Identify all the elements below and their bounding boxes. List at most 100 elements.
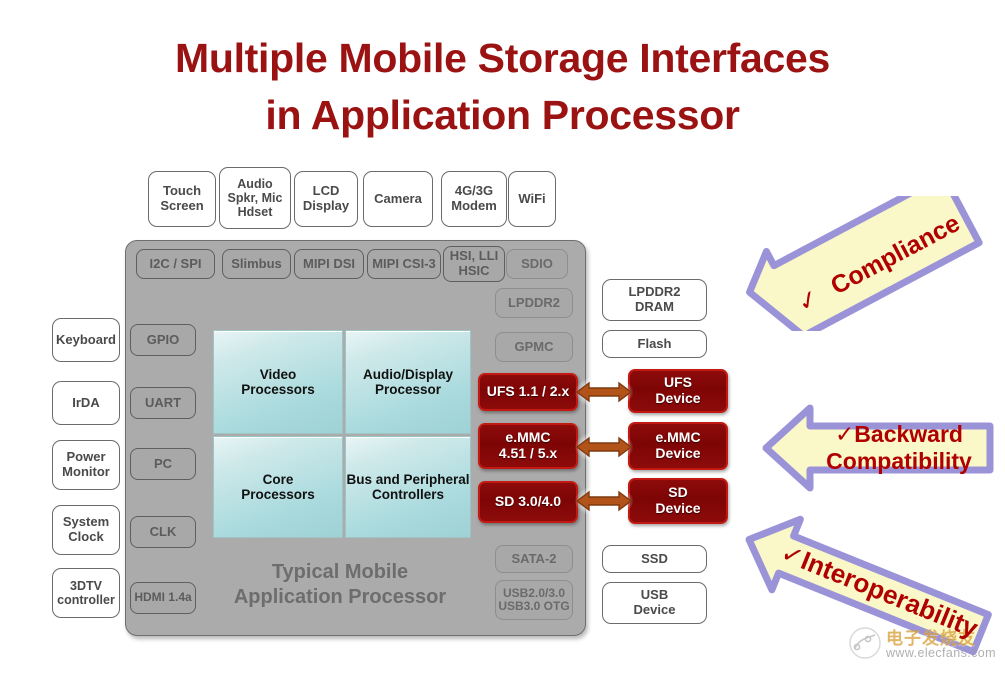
interface-slimbus[interactable]: Slimbus <box>222 249 291 279</box>
storage-interface-emmc[interactable]: e.MMC 4.51 / 5.x <box>478 423 578 469</box>
interface-sata-2[interactable]: SATA-2 <box>495 545 573 573</box>
block-label: Bus and Peripheral Controllers <box>346 471 470 502</box>
device-ssd[interactable]: SSD <box>602 545 707 573</box>
peripheral-label: Camera <box>374 190 422 206</box>
double-arrow-icon <box>576 435 632 459</box>
storage-interface-ufs[interactable]: UFS 1.1 / 2.x <box>478 373 578 411</box>
callout-text: ✓Backward Compatibility <box>826 421 972 475</box>
elecfans-logo-icon <box>848 626 882 665</box>
peripheral-lcd-display[interactable]: LCD Display <box>294 171 358 227</box>
peripheral-label: 3DTV controller <box>57 579 115 607</box>
interface-uart[interactable]: UART <box>130 387 196 419</box>
peripheral-label: Power Monitor <box>62 449 110 479</box>
interface-hdmi[interactable]: HDMI 1.4a <box>130 582 196 614</box>
device-flash[interactable]: Flash <box>602 330 707 358</box>
double-arrow-icon <box>576 489 632 513</box>
interface-gpmc[interactable]: GPMC <box>495 332 573 362</box>
connector-emmc <box>575 430 633 464</box>
peripheral-modem[interactable]: 4G/3G Modem <box>441 171 507 227</box>
storage-device-label: SD Device <box>655 484 701 516</box>
interface-i2c-spi[interactable]: I2C / SPI <box>136 249 215 279</box>
storage-device-emmc[interactable]: e.MMC Device <box>628 422 728 470</box>
interface-lpddr2[interactable]: LPDDR2 <box>495 288 573 318</box>
slide-canvas: Multiple Mobile Storage Interfaces in Ap… <box>0 0 1005 677</box>
double-arrow-icon <box>576 380 632 404</box>
peripheral-wifi[interactable]: WiFi <box>508 171 556 227</box>
storage-interface-label: UFS 1.1 / 2.x <box>486 383 570 400</box>
interface-label: CLK <box>149 523 177 539</box>
callout-compliance[interactable]: ✓ Compliance <box>735 196 990 331</box>
peripheral-label: WiFi <box>518 190 546 206</box>
peripheral-power-monitor[interactable]: Power Monitor <box>52 440 120 490</box>
interface-usb[interactable]: USB2.0/3.0 USB3.0 OTG <box>495 580 573 620</box>
peripheral-label: Keyboard <box>56 331 116 347</box>
check-icon: ✓ <box>835 420 855 447</box>
device-label: LPDDR2 DRAM <box>628 284 681 314</box>
block-core-processors[interactable]: Core Processors <box>213 436 343 538</box>
callout-backward-compatibility[interactable]: ✓Backward Compatibility <box>758 398 996 498</box>
interface-label: Slimbus <box>231 255 282 271</box>
peripheral-label: Audio Spkr, Mic Hdset <box>227 177 283 219</box>
watermark-url-text: www.elecfans.com <box>886 646 996 660</box>
interface-label: USB2.0/3.0 USB3.0 OTG <box>498 585 570 613</box>
interface-mipi-csi-3[interactable]: MIPI CSI-3 <box>367 249 441 279</box>
interface-hsi-lli-hsic[interactable]: HSI, LLI HSIC <box>443 246 505 282</box>
peripheral-touch-screen[interactable]: Touch Screen <box>148 171 216 227</box>
device-usb[interactable]: USB Device <box>602 582 707 624</box>
storage-device-sd[interactable]: SD Device <box>628 478 728 524</box>
interface-label: GPIO <box>146 331 180 347</box>
device-label: SSD <box>641 550 668 566</box>
interface-label: LPDDR2 <box>507 294 560 310</box>
interface-label: MIPI CSI-3 <box>372 255 436 271</box>
block-video-processors[interactable]: Video Processors <box>213 330 343 434</box>
block-audio-display-processor[interactable]: Audio/Display Processor <box>345 330 471 434</box>
callout-label-line-2: Compatibility <box>826 448 972 474</box>
peripheral-3dtv-controller[interactable]: 3DTV controller <box>52 568 120 618</box>
interface-label: UART <box>144 394 182 410</box>
peripheral-label: Touch Screen <box>160 183 204 213</box>
interface-label: MIPI DSI <box>302 255 355 271</box>
block-label: Video Processors <box>241 366 315 397</box>
interface-label: HDMI 1.4a <box>134 590 192 605</box>
interface-label: I2C / SPI <box>149 255 202 271</box>
interface-clk[interactable]: CLK <box>130 516 196 548</box>
peripheral-irda[interactable]: IrDA <box>52 381 120 425</box>
device-label: Flash <box>637 335 672 351</box>
chip-caption: Typical Mobile Application Processor <box>190 560 490 610</box>
storage-device-ufs[interactable]: UFS Device <box>628 369 728 413</box>
interface-label: PC <box>153 455 173 471</box>
title-line-2: in Application Processor <box>265 91 740 138</box>
storage-interface-label: SD 3.0/4.0 <box>494 493 562 510</box>
peripheral-system-clock[interactable]: System Clock <box>52 505 120 555</box>
watermark: 电子发烧友 www.elecfans.com <box>848 622 1000 674</box>
block-bus-peripheral-controllers[interactable]: Bus and Peripheral Controllers <box>345 436 471 538</box>
connector-sd <box>575 484 633 518</box>
peripheral-label: 4G/3G Modem <box>451 183 497 213</box>
interface-label: HSI, LLI HSIC <box>449 248 499 278</box>
peripheral-label: System Clock <box>62 514 110 544</box>
interface-gpio[interactable]: GPIO <box>130 324 196 356</box>
chip-caption-line-1: Typical Mobile <box>271 561 409 583</box>
chip-caption-line-2: Application Processor <box>233 586 447 608</box>
interface-sdio[interactable]: SDIO <box>506 249 568 279</box>
storage-device-label: e.MMC Device <box>655 429 701 461</box>
peripheral-keyboard[interactable]: Keyboard <box>52 318 120 362</box>
block-label: Audio/Display Processor <box>362 366 453 397</box>
interface-pc[interactable]: PC <box>130 448 196 480</box>
interface-label: SDIO <box>521 255 553 271</box>
peripheral-audio[interactable]: Audio Spkr, Mic Hdset <box>219 167 291 229</box>
title-line-1: Multiple Mobile Storage Interfaces <box>174 35 831 81</box>
storage-interface-label: e.MMC 4.51 / 5.x <box>498 429 558 461</box>
callout-label-line-1: Backward <box>854 420 963 447</box>
storage-interface-sd[interactable]: SD 3.0/4.0 <box>478 481 578 523</box>
peripheral-camera[interactable]: Camera <box>363 171 433 227</box>
connector-ufs <box>575 375 633 409</box>
peripheral-label: IrDA <box>72 394 100 410</box>
device-lpddr2-dram[interactable]: LPDDR2 DRAM <box>602 279 707 321</box>
page-title: Multiple Mobile Storage Interfaces in Ap… <box>0 30 1005 143</box>
peripheral-label: LCD Display <box>302 183 350 213</box>
interface-label: GPMC <box>514 338 554 354</box>
interface-mipi-dsi[interactable]: MIPI DSI <box>294 249 364 279</box>
interface-label: SATA-2 <box>511 550 557 566</box>
device-label: USB Device <box>633 587 676 617</box>
